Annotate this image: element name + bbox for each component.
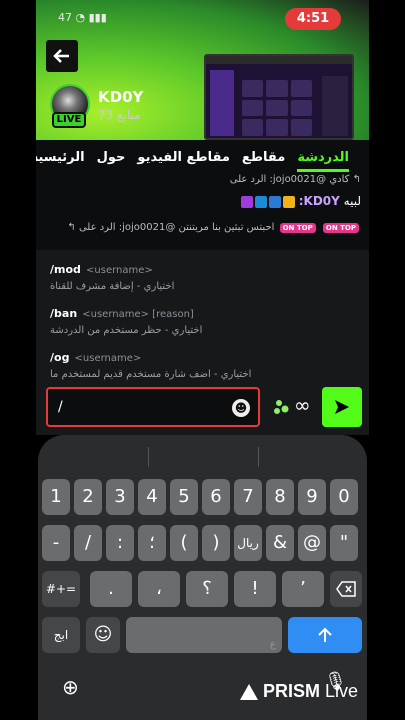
emote-picker-icon[interactable] (272, 397, 292, 417)
key-close-paren[interactable]: ) (202, 525, 230, 561)
pip-chat-panel (322, 76, 348, 136)
key-hyphen[interactable]: - (42, 525, 70, 561)
emoji-keyboard-key[interactable]: ☺ (86, 617, 120, 653)
key-arabic-letters-toggle[interactable]: ابج (42, 617, 80, 653)
suggestion-bar (38, 447, 367, 467)
ios-keyboard: 1 2 3 4 5 6 7 8 9 0 - / : ؛ ( ) ريال & @… (38, 435, 367, 720)
key-symbols-toggle[interactable]: #+= (42, 571, 80, 607)
backspace-key[interactable] (330, 571, 362, 607)
picture-in-picture-video[interactable] (204, 54, 354, 140)
back-button[interactable] (46, 40, 78, 72)
key-ampersand[interactable]: & (266, 525, 294, 561)
verified-badge-icon (254, 195, 267, 208)
tab-about[interactable]: حول (97, 150, 126, 165)
ontop-emote-icon-2: ON TOP (279, 223, 316, 233)
key-arabic-question[interactable]: ؟ (186, 571, 228, 607)
send-button[interactable] (322, 387, 362, 427)
emoji-icon[interactable]: ☻ (232, 399, 250, 417)
command-suggestions: /mod <username> اختياري - إضافة مشرف للق… (36, 250, 369, 385)
key-1[interactable]: 1 (42, 479, 70, 515)
status-bar: 47 ◔ ▮▮▮ 4:51 (36, 8, 369, 32)
ontop-emote-icon: ON TOP (322, 223, 359, 233)
key-period[interactable]: . (90, 571, 132, 607)
chat-messages: ↰ كادي @jojo0021: الرد على لبيه KD0Y: ON… (36, 174, 369, 250)
app-screen: 47 ◔ ▮▮▮ 4:51 LIVE KD0Y 73 متابع الدردشة… (36, 0, 369, 720)
key-riyal[interactable]: ريال (234, 525, 262, 561)
tab-clips[interactable]: مقاطع (242, 150, 285, 165)
channel-name[interactable]: KD0Y (98, 88, 143, 106)
live-badge: LIVE (52, 112, 86, 128)
backspace-icon (336, 581, 356, 597)
space-key[interactable]: ع (126, 617, 282, 653)
key-at[interactable]: @ (298, 525, 326, 561)
key-quote[interactable]: " (330, 525, 358, 561)
space-hint: ع (270, 639, 276, 650)
key-3[interactable]: 3 (106, 479, 134, 515)
key-0[interactable]: 0 (330, 479, 358, 515)
left-letterbox (0, 0, 36, 720)
status-time: 4:51 (285, 8, 341, 30)
chat-input-value: / (58, 399, 63, 415)
command-ban[interactable]: /ban <username> [reason] اختياري - حظر م… (50, 302, 202, 336)
tab-videos[interactable]: مقاطع الفيديو (137, 150, 229, 165)
right-letterbox (369, 0, 405, 720)
status-signal: 47 ◔ ▮▮▮ (58, 11, 107, 24)
key-4[interactable]: 4 (138, 479, 166, 515)
key-arabic-comma[interactable]: ، (138, 571, 180, 607)
key-exclamation[interactable]: ! (234, 571, 276, 607)
key-2[interactable]: 2 (74, 479, 102, 515)
key-6[interactable]: 6 (202, 479, 230, 515)
key-open-paren[interactable]: ( (170, 525, 198, 561)
chat-input-row: / ☻ ∞ (36, 385, 369, 435)
command-mod[interactable]: /mod <username> اختياري - إضافة مشرف للق… (50, 258, 174, 292)
chat-message-streamer: لبيه KD0Y: (240, 194, 361, 208)
infinity-icon[interactable]: ∞ (294, 393, 311, 417)
mic-badge-icon (240, 195, 253, 208)
arrow-left-icon (53, 49, 69, 63)
follower-count: 73 متابع (98, 108, 141, 122)
tab-home[interactable]: الرئيسية (36, 150, 85, 165)
arrow-up-icon (318, 627, 332, 642)
emoji-face-icon: ☺ (93, 624, 113, 645)
pip-topbar (206, 56, 352, 64)
key-apostrophe[interactable]: ’ (282, 571, 324, 607)
user-badges (240, 195, 295, 208)
chat-message-reply-2: ON TOP ON TOP احبتس تبثين بنا مريتنتن @j… (67, 222, 361, 233)
chat-input[interactable]: / ☻ (46, 387, 260, 427)
command-og[interactable]: /og <username> اختياري - اضف شارة مستخدم… (50, 346, 251, 380)
reply-icon: ↰ (67, 222, 76, 233)
globe-icon[interactable]: ⊕ (62, 675, 79, 699)
sword-badge-icon (268, 195, 281, 208)
chat-message-reply-1: ↰ كادي @jojo0021: الرد على (229, 174, 361, 185)
pip-sidebar (210, 70, 234, 136)
key-7[interactable]: 7 (234, 479, 262, 515)
key-9[interactable]: 9 (298, 479, 326, 515)
key-8[interactable]: 8 (266, 479, 294, 515)
channel-tabs: الدردشة مقاطع مقاطع الفيديو حول الرئيسية (36, 140, 369, 174)
tab-chat[interactable]: الدردشة (297, 150, 349, 172)
reply-icon: ↰ (352, 174, 361, 185)
pip-game-grid (242, 80, 312, 136)
return-key[interactable] (288, 617, 362, 653)
key-slash[interactable]: / (74, 525, 102, 561)
prism-live-watermark: PRISM Live (240, 681, 358, 702)
key-5[interactable]: 5 (170, 479, 198, 515)
prism-logo-icon (240, 683, 258, 700)
send-icon (335, 400, 349, 414)
key-arabic-semicolon[interactable]: ؛ (138, 525, 166, 561)
crown-badge-icon (282, 195, 295, 208)
key-colon[interactable]: : (106, 525, 134, 561)
